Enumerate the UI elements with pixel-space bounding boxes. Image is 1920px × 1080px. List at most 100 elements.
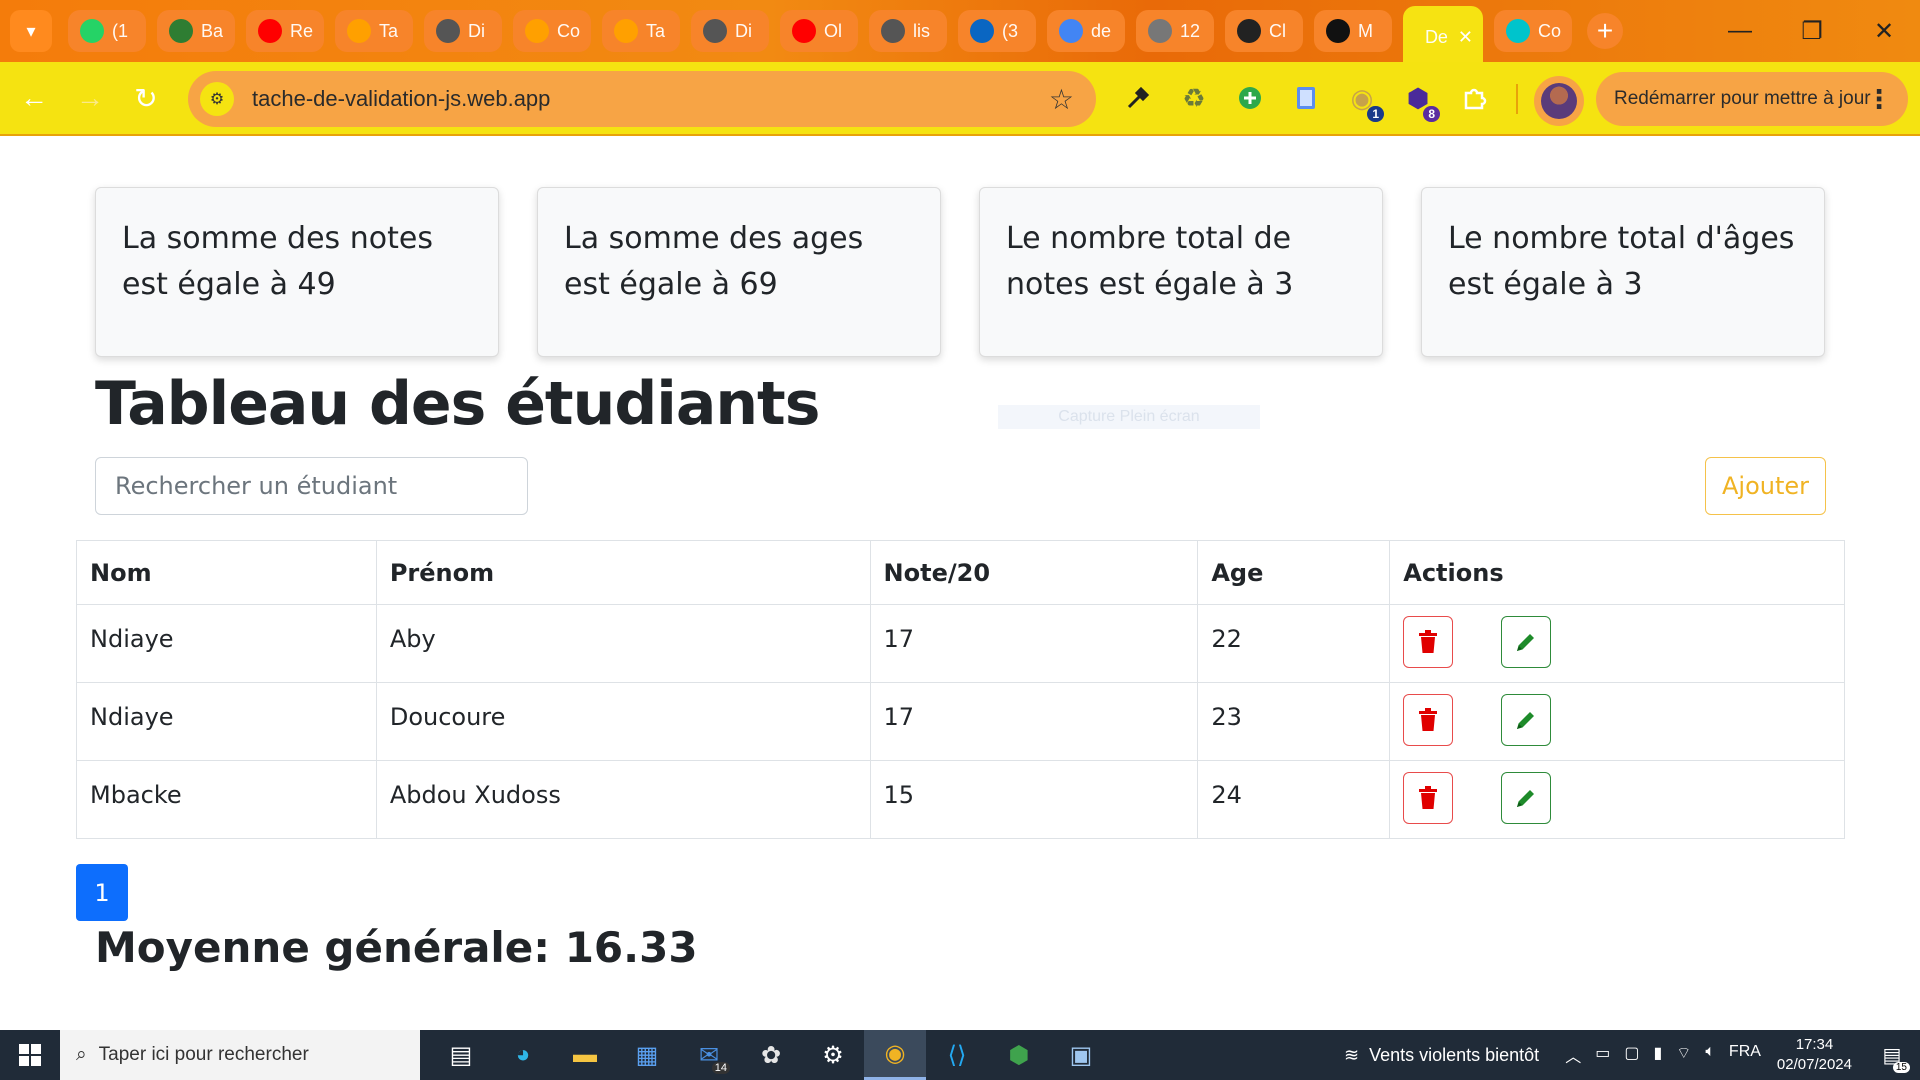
tab-title: Di: [468, 20, 485, 41]
docs-icon: [1059, 19, 1083, 43]
delete-button[interactable]: [1403, 694, 1454, 746]
tab-search-button[interactable]: ▾: [10, 10, 52, 52]
minimize-button[interactable]: —: [1704, 0, 1776, 62]
battery-icon[interactable]: ▮: [1653, 1043, 1662, 1067]
browser-tab[interactable]: Re: [246, 10, 324, 52]
tab-title: de: [1091, 20, 1112, 41]
browser-tab[interactable]: Ol: [780, 10, 858, 52]
browser-tab[interactable]: M: [1314, 10, 1392, 52]
cookie-extension-icon[interactable]: ◉ 1: [1342, 74, 1384, 122]
tab-title: Ta: [379, 20, 399, 41]
close-tab-icon[interactable]: ✕: [1458, 27, 1473, 48]
edit-button[interactable]: [1500, 772, 1551, 824]
forward-button[interactable]: →: [62, 70, 118, 126]
meet-icon[interactable]: ▭: [1595, 1043, 1610, 1067]
globe-icon: [1148, 19, 1172, 43]
taskbar: ⌕ Taper ici pour rechercher ▤ ◕ ▬ ▦ ✉ 14 …: [0, 1030, 1920, 1080]
delete-button[interactable]: [1403, 616, 1454, 668]
new-tab-button[interactable]: +: [1587, 13, 1623, 49]
mail-icon[interactable]: ✉ 14: [678, 1030, 740, 1080]
window-controls: — ❐ ✕: [1704, 0, 1920, 62]
taskbar-search[interactable]: ⌕ Taper ici pour rechercher: [60, 1030, 420, 1080]
average-text: Moyenne générale: 16.33: [95, 923, 698, 972]
restore-button[interactable]: ❐: [1776, 0, 1848, 62]
chrome-icon[interactable]: ◉: [864, 1030, 926, 1080]
browser-tab[interactable]: (3: [958, 10, 1036, 52]
shield-extension-icon[interactable]: ⬢ 8: [1398, 74, 1440, 122]
bookmark-star-icon[interactable]: ☆: [1049, 83, 1074, 116]
taskbar-apps: ▤ ◕ ▬ ▦ ✉ 14 ✿ ⚙ ◉ ⟨⟩ ⬢ ▣: [430, 1030, 1112, 1080]
cell-note: 17: [869, 604, 1199, 683]
browser-tab[interactable]: Di: [424, 10, 502, 52]
cell-prenom: Abdou Xudoss: [375, 760, 871, 839]
pagination-page-1[interactable]: 1: [76, 864, 128, 921]
eyedropper-icon[interactable]: [1118, 74, 1158, 122]
toolbar-separator: [1516, 84, 1518, 114]
cell-nom: Ndiaye: [76, 604, 377, 683]
vscode-icon[interactable]: ⟨⟩: [926, 1030, 988, 1080]
chevron-down-icon: ▾: [26, 20, 36, 41]
back-button[interactable]: ←: [6, 70, 62, 126]
search-input[interactable]: [95, 457, 528, 515]
browser-tab[interactable]: 12: [1136, 10, 1214, 52]
wifi-icon[interactable]: ⌔: [1676, 1043, 1691, 1067]
browser-tab[interactable]: Cl: [1225, 10, 1303, 52]
browser-tab[interactable]: de: [1047, 10, 1125, 52]
more-menu-icon[interactable]: ⋮: [1866, 84, 1892, 115]
firebase-icon: [525, 19, 549, 43]
nodejs-icon[interactable]: ⬢: [988, 1030, 1050, 1080]
pencil-icon: [1516, 712, 1534, 729]
clock[interactable]: 17:34 02/07/2024: [1777, 1035, 1852, 1075]
globe-icon: [703, 19, 727, 43]
header-actions: Actions: [1389, 540, 1845, 605]
photos-icon[interactable]: ▣: [1050, 1030, 1112, 1080]
tab-title: Co: [1538, 20, 1562, 41]
browser-tab[interactable]: (1: [68, 10, 146, 52]
tab-title: Co: [557, 20, 581, 41]
card-count-notes: Le nombre total de notes est égale à 3: [979, 187, 1383, 357]
url-text: tache-de-validation-js.web.app: [252, 86, 551, 111]
browser-tab[interactable]: lis: [869, 10, 947, 52]
notifications-icon[interactable]: ▤ 15: [1872, 1035, 1912, 1075]
browser-tab[interactable]: Di: [691, 10, 769, 52]
settings-icon[interactable]: ⚙: [802, 1030, 864, 1080]
site-info-icon[interactable]: ⚙: [200, 82, 234, 116]
add-circle-icon[interactable]: [1230, 74, 1270, 122]
store-icon[interactable]: ▦: [616, 1030, 678, 1080]
file-explorer-icon[interactable]: ▬: [554, 1030, 616, 1080]
browser-tab[interactable]: Co: [1494, 10, 1572, 52]
edit-button[interactable]: [1500, 694, 1551, 746]
edit-button[interactable]: [1500, 616, 1551, 668]
cell-nom: Mbacke: [76, 760, 377, 839]
update-button[interactable]: Redémarrer pour mettre à jour ⋮: [1596, 72, 1908, 126]
puzzle-extensions-icon[interactable]: [1454, 74, 1494, 122]
paint-icon[interactable]: ✿: [740, 1030, 802, 1080]
close-window-button[interactable]: ✕: [1848, 0, 1920, 62]
volume-icon[interactable]: 🔈︎: [1705, 1043, 1715, 1067]
display-icon[interactable]: ▢: [1624, 1043, 1639, 1067]
delete-button[interactable]: [1403, 772, 1454, 824]
start-button[interactable]: [0, 1030, 60, 1080]
browser-tab[interactable]: Ta: [602, 10, 680, 52]
browser-toolbar: ← → ↻ ⚙ tache-de-validation-js.web.app ☆…: [0, 62, 1920, 136]
chevron-up-icon[interactable]: ︿: [1565, 1043, 1581, 1067]
profile-avatar[interactable]: [1534, 76, 1584, 126]
task-view-icon[interactable]: ▤: [430, 1030, 492, 1080]
firebase-icon: [347, 19, 371, 43]
reader-icon[interactable]: [1286, 74, 1326, 122]
recycle-icon[interactable]: ♻: [1174, 74, 1214, 122]
edge-icon[interactable]: ◕: [492, 1030, 554, 1080]
header-prenom: Prénom: [375, 540, 871, 605]
address-bar[interactable]: ⚙ tache-de-validation-js.web.app ☆: [188, 71, 1096, 127]
browser-tab[interactable]: Ta: [335, 10, 413, 52]
browser-tab[interactable]: De ✕: [1403, 6, 1483, 68]
browser-tab[interactable]: Ba: [157, 10, 235, 52]
browser-tab[interactable]: Co: [513, 10, 591, 52]
add-button[interactable]: Ajouter: [1705, 457, 1826, 515]
language-indicator[interactable]: FRA: [1729, 1043, 1761, 1067]
weather-widget[interactable]: ≋ Vents violents bientôt: [1344, 1045, 1539, 1066]
reload-button[interactable]: ↻: [118, 70, 174, 126]
summary-cards: La somme des notes est égale à 49 La som…: [95, 187, 1825, 357]
cell-age: 22: [1197, 604, 1391, 683]
arrow-right-icon: →: [76, 82, 104, 113]
